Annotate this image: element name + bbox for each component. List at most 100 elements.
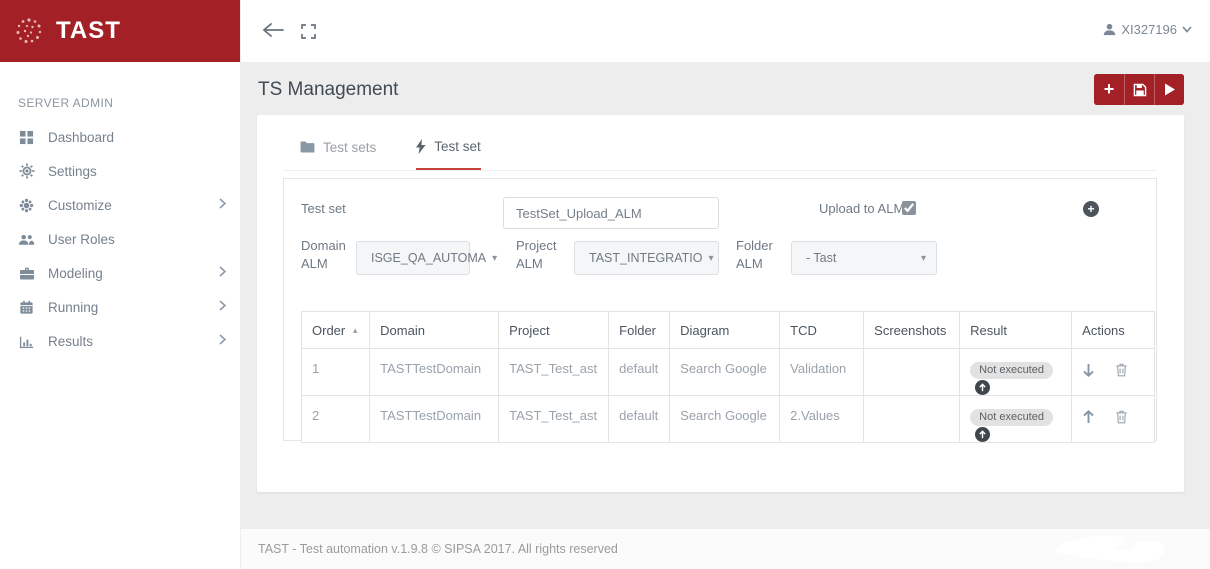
sidebar: TAST SERVER ADMIN Dashboard Settings Cus… [0,0,241,569]
back-arrow-icon[interactable] [262,22,284,38]
username: XI327196 [1121,22,1177,37]
header-label: Order [312,322,346,338]
folder-alm-select[interactable]: - Tast ▾ [791,241,937,275]
tab-label: Test sets [323,139,377,155]
folder-alm-label: Folder ALM [736,237,773,273]
run-button[interactable] [1154,74,1184,105]
gear-icon [18,163,35,180]
tab-bar: Test sets Test set [300,139,481,170]
tab-divider [283,170,1157,171]
upload-result-circle-icon[interactable] [975,427,991,443]
toolbar: + [1094,74,1184,105]
cell-actions [1071,347,1155,397]
chevron-right-icon [219,334,226,345]
briefcase-icon [18,265,35,282]
dashboard-icon [18,129,35,146]
page-title: TS Management [258,79,399,100]
domain-alm-label: Domain ALM [301,237,346,273]
caret-down-icon: ▾ [708,252,714,264]
upload-result-circle-icon[interactable] [975,380,991,396]
column-header-tcd[interactable]: TCD [779,311,865,349]
status-badge: Not executed [970,409,1053,427]
cell-result: Not executed [959,395,1073,444]
add-row-plus-circle-icon[interactable]: + [1083,201,1099,217]
plus-icon: + [1103,78,1115,99]
cell-tcd: Validation [779,347,865,397]
cell-order: 2 [300,395,371,444]
sort-asc-icon: ▲ [351,325,360,335]
column-header-domain[interactable]: Domain [369,311,500,349]
test-set-form-panel: Test set Upload to ALM + Domain ALM ISGE… [283,178,1157,444]
delete-trash-icon[interactable] [1115,363,1128,377]
bar-chart-icon [18,333,35,350]
cell-screenshots [863,347,961,397]
tab-test-sets[interactable]: Test sets [300,139,376,169]
chevron-right-icon [219,266,226,277]
topbar: XI327196 [241,0,1210,62]
domain-alm-select[interactable]: ISGE_QA_AUTOMA ▾ [356,241,497,275]
label-line: Domain [301,238,346,253]
user-icon [1103,23,1116,36]
cell-result: Not executed [959,347,1073,397]
cell-domain: TASTTestDomain [369,347,500,397]
add-button[interactable]: + [1094,74,1124,105]
column-header-diagram[interactable]: Diagram [669,311,781,349]
brand-header[interactable]: TAST [0,0,240,62]
column-header-screenshots[interactable]: Screenshots [863,311,961,349]
ts-management-card: Test sets Test set Test set Upload to AL… [257,115,1184,492]
app-window: TAST SERVER ADMIN Dashboard Settings Cus… [0,0,1210,569]
play-icon [1164,83,1176,96]
chevron-right-icon [219,300,226,311]
fullscreen-icon[interactable] [301,24,316,39]
calendar-icon [18,299,35,316]
table-row: 2 TASTTestDomain TAST_Test_ast default S… [300,395,1155,444]
footer: TAST - Test automation v.1.9.8 © SIPSA 2… [241,529,1210,569]
sidebar-item-label: User Roles [48,231,115,247]
test-set-table: Order ▲ Domain Project Folder Diagram TCD… [300,311,1155,444]
sidebar-item-user-roles[interactable]: User Roles [0,222,240,256]
chevron-down-icon [1182,26,1192,33]
upload-to-alm-checkbox[interactable] [902,201,916,215]
sidebar-item-results[interactable]: Results [0,324,240,358]
sidebar-item-dashboard[interactable]: Dashboard [0,120,240,154]
user-menu[interactable]: XI327196 [1103,22,1192,37]
folder-icon [300,141,315,153]
cell-tcd: 2.Values [779,395,865,444]
watermark-swoosh [1054,531,1165,567]
sidebar-item-settings[interactable]: Settings [0,154,240,188]
move-up-icon[interactable] [1082,409,1095,424]
cell-screenshots [863,395,961,444]
column-header-project[interactable]: Project [498,311,610,349]
sidebar-item-running[interactable]: Running [0,290,240,324]
label-line: ALM [301,256,328,271]
sidebar-item-customize[interactable]: Customize [0,188,240,222]
column-header-result[interactable]: Result [959,311,1073,349]
test-set-input[interactable] [503,197,719,229]
move-down-icon[interactable] [1082,363,1095,377]
column-header-order[interactable]: Order ▲ [300,311,371,349]
label-line: Folder [736,238,773,253]
cell-diagram: Search Google [669,347,781,397]
delete-trash-icon[interactable] [1115,410,1128,424]
folder-alm-value: - Tast [806,251,837,265]
project-alm-select[interactable]: TAST_INTEGRATIO ▾ [574,241,719,275]
caret-down-icon: ▾ [920,252,926,264]
upload-to-alm-label: Upload to ALM [819,201,905,216]
cell-project: TAST_Test_ast [498,347,610,397]
tab-test-set[interactable]: Test set [416,139,481,170]
chevron-right-icon [219,198,226,209]
flower-gear-icon [18,197,35,214]
label-line: ALM [516,256,543,271]
tast-dotted-globe-icon [14,16,44,46]
project-alm-label: Project ALM [516,237,556,273]
cell-order: 1 [300,347,371,397]
main-content: TS Management + Test sets Test set Test … [241,62,1210,529]
sidebar-item-modeling[interactable]: Modeling [0,256,240,290]
cell-actions [1071,395,1155,444]
sidebar-item-label: Settings [48,163,97,179]
cell-folder: default [608,347,671,397]
cell-domain: TASTTestDomain [369,395,500,444]
save-button[interactable] [1124,74,1154,105]
column-header-folder[interactable]: Folder [608,311,671,349]
column-header-actions[interactable]: Actions [1071,311,1155,349]
